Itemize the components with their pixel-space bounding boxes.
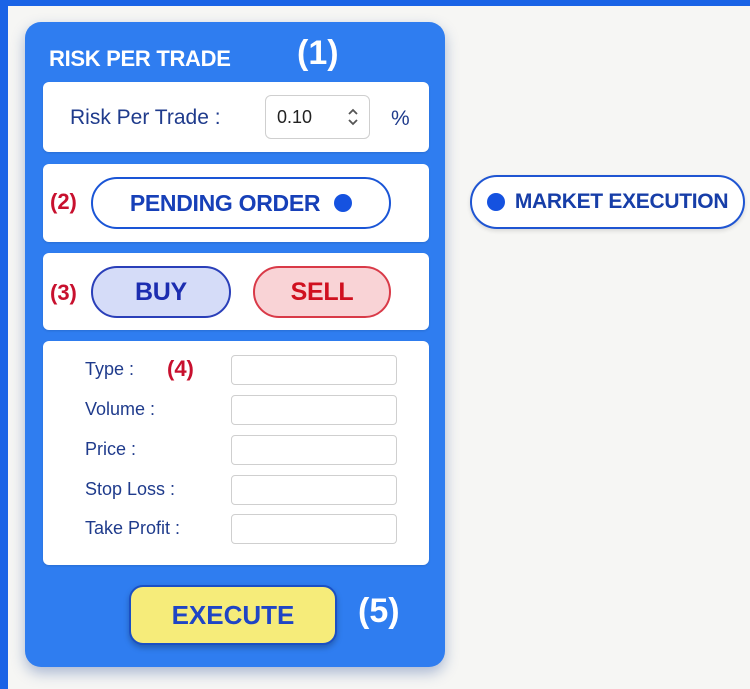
marker-1: (1) [297, 34, 339, 72]
volume-field[interactable] [231, 395, 397, 425]
take-profit-label: Take Profit : [85, 518, 181, 538]
buy-button[interactable]: BUY [91, 266, 231, 318]
type-label: Type : [85, 359, 135, 379]
type-field[interactable] [231, 355, 397, 385]
sell-button[interactable]: SELL [253, 266, 391, 318]
volume-label: Volume : [85, 399, 156, 419]
order-fields-card: Type : (4) Volume : Price : Stop Loss : … [43, 341, 429, 565]
window-top-border [0, 0, 750, 6]
market-execution-button[interactable]: MARKET EXECUTION [470, 175, 745, 229]
market-execution-label: MARKET EXECUTION [514, 190, 729, 213]
take-profit-field[interactable] [231, 514, 397, 544]
execute-button[interactable]: EXECUTE [129, 585, 337, 645]
risk-value: 0.10 [277, 107, 313, 127]
direction-card: (3) BUY SELL [43, 253, 429, 330]
marker-2: (2) [50, 189, 77, 214]
risk-label: Risk Per Trade : [70, 106, 221, 129]
marker-5: (5) [358, 592, 400, 630]
stop-loss-field[interactable] [231, 475, 397, 505]
price-label: Price : [85, 439, 137, 459]
market-radio-dot-icon [486, 193, 505, 211]
trade-panel: RISK PER TRADE (1) Risk Per Trade : 0.10… [25, 22, 445, 667]
marker-3: (3) [50, 280, 77, 305]
window-left-border [0, 0, 8, 689]
risk-card: Risk Per Trade : 0.10 % [43, 82, 429, 152]
pending-order-button[interactable]: PENDING ORDER [91, 177, 391, 229]
price-field[interactable] [231, 435, 397, 465]
risk-input[interactable]: 0.10 [265, 95, 370, 139]
panel-title: RISK PER TRADE [49, 46, 231, 71]
percent-unit: % [391, 107, 410, 130]
marker-4: (4) [167, 356, 194, 381]
stop-loss-label: Stop Loss : [85, 479, 176, 499]
order-mode-card: (2) PENDING ORDER [43, 164, 429, 242]
pending-order-label: PENDING ORDER [129, 189, 321, 216]
pending-radio-dot-icon [334, 194, 353, 212]
stepper-icon[interactable] [346, 106, 360, 128]
